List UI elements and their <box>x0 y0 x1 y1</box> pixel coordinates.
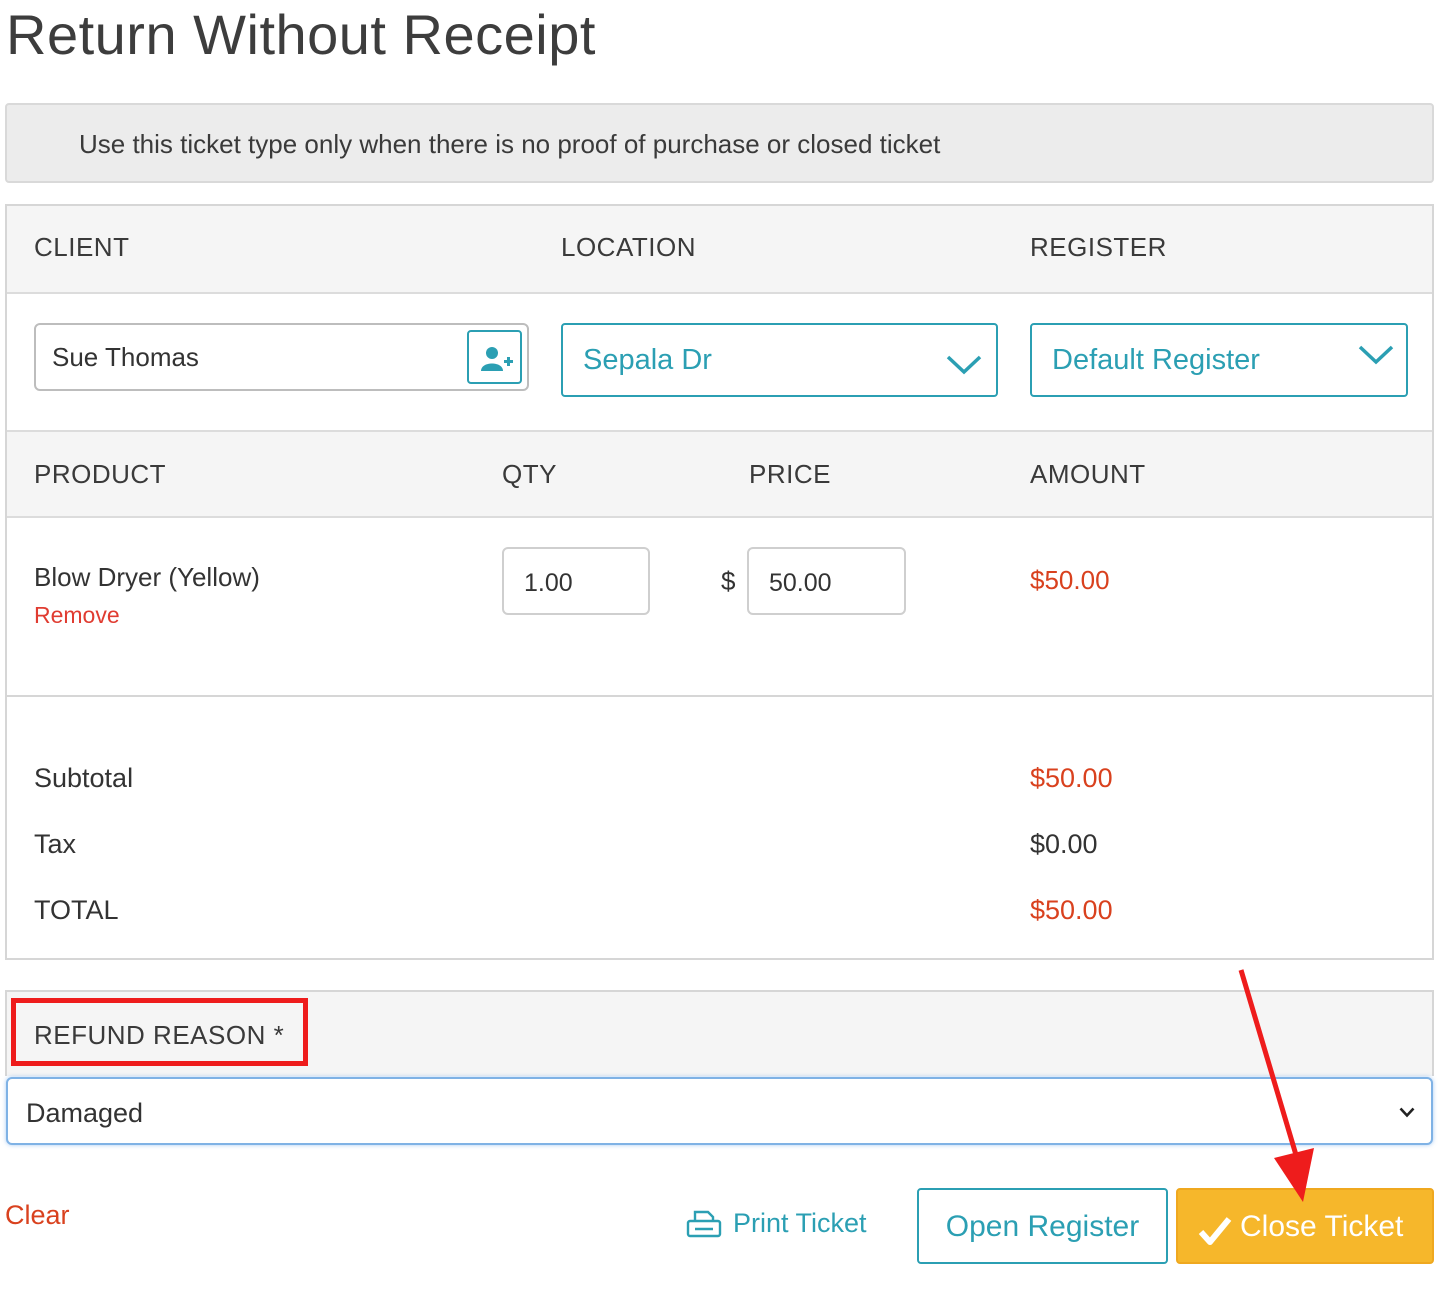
qty-input[interactable]: 1.00 <box>502 547 650 615</box>
close-ticket-label: Close Ticket <box>1240 1210 1404 1243</box>
header-row-top: CLIENT LOCATION REGISTER <box>7 206 1432 294</box>
remove-link[interactable]: Remove <box>34 602 120 629</box>
chevron-down-icon <box>1358 345 1394 365</box>
register-header: REGISTER <box>1030 232 1167 262</box>
register-select[interactable]: Default Register <box>1030 323 1408 397</box>
annotation-highlight-box <box>11 998 308 1066</box>
product-name: Blow Dryer (Yellow) <box>34 562 260 592</box>
refund-reason-select[interactable]: Damaged <box>6 1077 1433 1145</box>
check-icon <box>1198 1217 1232 1245</box>
header-row-products: PRODUCT QTY PRICE AMOUNT <box>7 430 1432 518</box>
add-user-icon <box>481 347 513 371</box>
divider <box>7 958 1432 960</box>
annotation-arrow <box>1238 969 1314 1202</box>
add-client-button[interactable] <box>467 330 522 384</box>
location-header: LOCATION <box>561 232 696 262</box>
open-register-label: Open Register <box>945 1210 1140 1243</box>
divider <box>7 695 1432 697</box>
total-label: TOTAL <box>34 895 119 925</box>
product-header: PRODUCT <box>34 459 167 489</box>
tax-label: Tax <box>34 829 77 859</box>
tax-value: $0.00 <box>1030 829 1098 859</box>
notice-text: Use this ticket type only when there is … <box>79 129 941 159</box>
currency-symbol: $ <box>721 566 736 596</box>
notice-banner: Use this ticket type only when there is … <box>5 103 1434 183</box>
open-register-button[interactable]: Open Register <box>917 1188 1168 1264</box>
client-name: Sue Thomas <box>52 342 199 372</box>
subtotal-value: $50.00 <box>1030 763 1113 793</box>
printer-icon <box>686 1210 722 1238</box>
location-select[interactable]: Sepala Dr <box>561 323 998 397</box>
amount-header: AMOUNT <box>1030 459 1146 489</box>
qty-header: QTY <box>502 459 557 489</box>
price-input[interactable]: 50.00 <box>747 547 906 615</box>
clear-link[interactable]: Clear <box>5 1200 70 1231</box>
price-value: 50.00 <box>769 569 832 597</box>
qty-value: 1.00 <box>524 569 573 597</box>
subtotal-label: Subtotal <box>34 763 134 793</box>
page-title: Return Without Receipt <box>6 3 596 66</box>
ticket-panel: CLIENT LOCATION REGISTER Sue Thomas Sepa… <box>5 204 1434 960</box>
location-value: Sepala Dr <box>583 344 712 376</box>
chevron-down-icon <box>1399 1107 1415 1118</box>
register-value: Default Register <box>1052 344 1260 376</box>
print-ticket-label: Print Ticket <box>733 1208 867 1238</box>
client-header: CLIENT <box>34 232 130 262</box>
total-value: $50.00 <box>1030 895 1113 925</box>
line-amount: $50.00 <box>1030 565 1110 595</box>
price-header: PRICE <box>749 459 831 489</box>
client-field[interactable]: Sue Thomas <box>34 323 529 391</box>
chevron-down-icon <box>946 355 982 375</box>
refund-reason-value: Damaged <box>26 1098 144 1128</box>
